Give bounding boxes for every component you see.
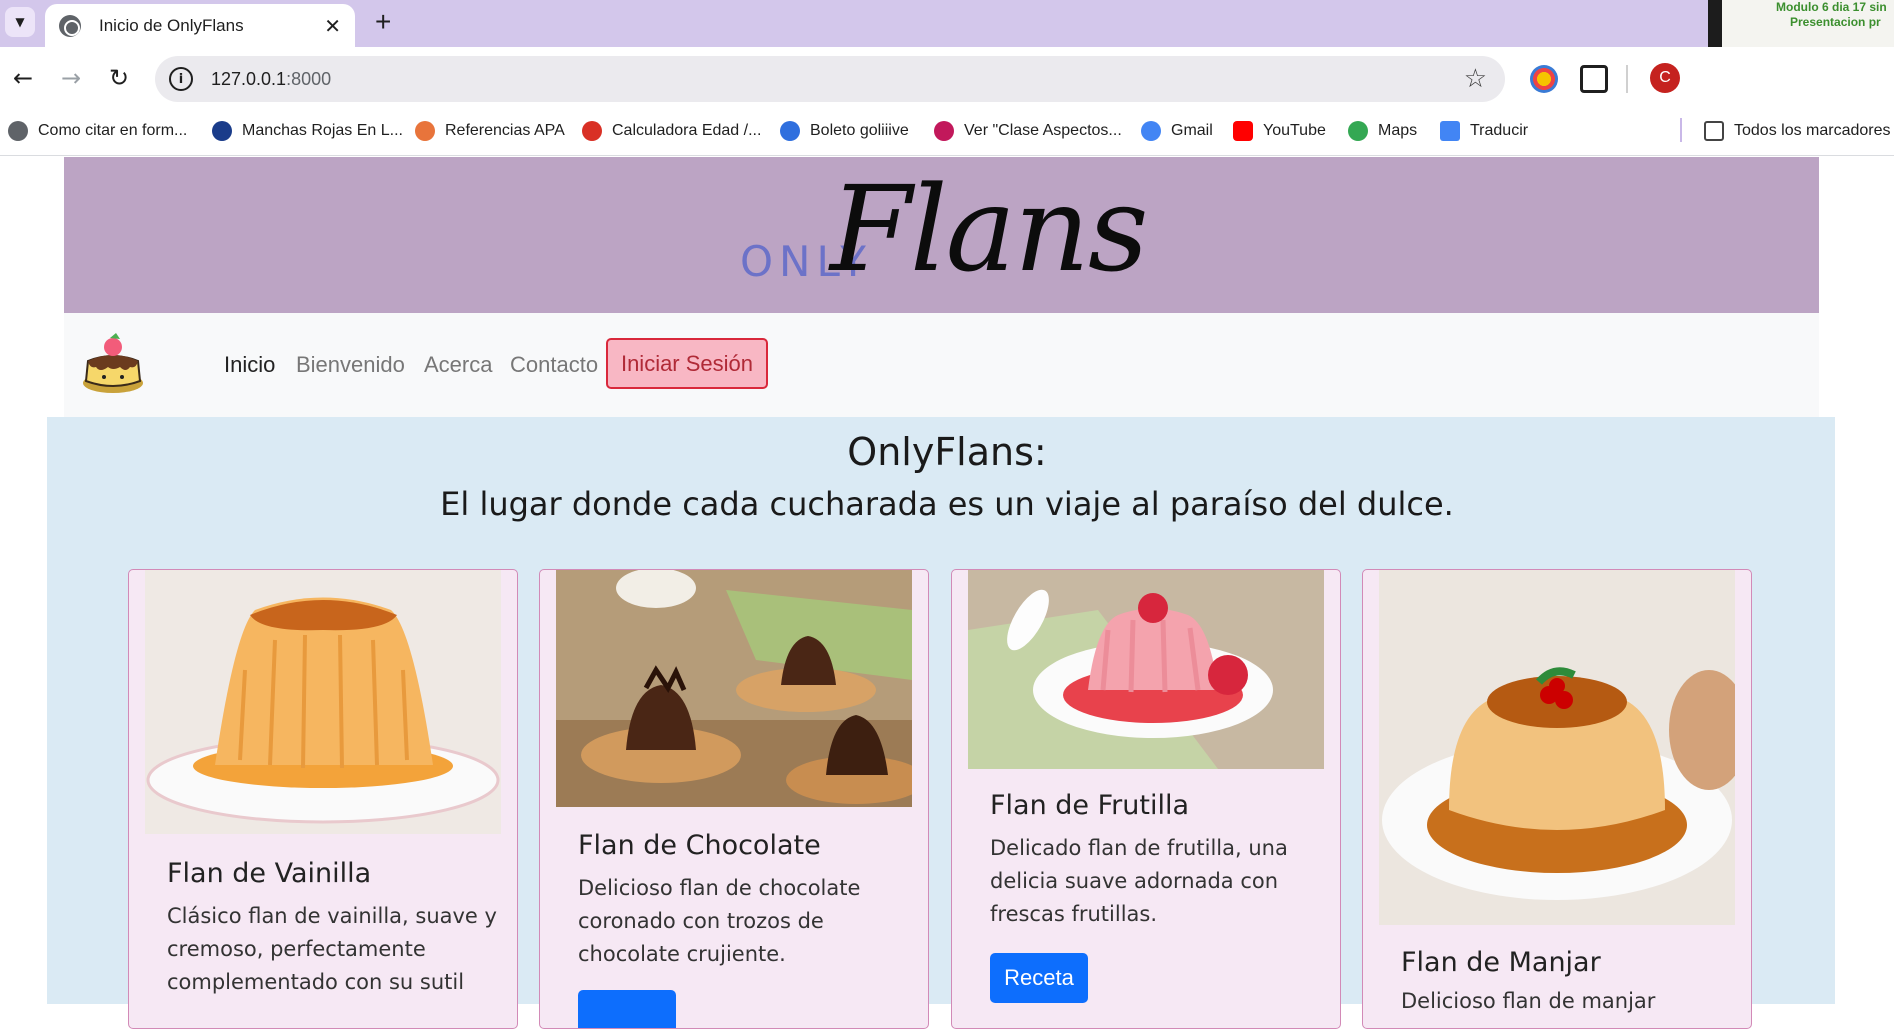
globe-icon [8,121,28,141]
url-host: 127.0.0.1 [211,68,287,89]
tab-search-button[interactable]: ▼ [5,7,35,37]
bookmark-item[interactable]: YouTube [1233,121,1326,141]
bookmark-item[interactable]: Traducir [1440,121,1528,141]
youtube-icon [1233,121,1253,141]
flan-logo-icon[interactable] [80,333,146,397]
bookmark-item[interactable]: Como citar en form... [8,121,187,141]
folder-icon [1704,121,1724,141]
card-title: Flan de Manjar [1401,947,1601,978]
card-title: Flan de Chocolate [578,830,821,861]
recipe-button[interactable]: Receta [990,953,1088,1003]
card-text: Delicioso flan de chocolate coronado con… [578,876,861,966]
login-button[interactable]: Iniciar Sesión [606,338,768,389]
new-tab-button[interactable]: + [375,6,391,38]
forward-arrow-icon[interactable]: → [54,61,88,95]
recipe-button[interactable] [578,990,676,1028]
toolbar-divider [1626,65,1628,93]
apple-icon [212,121,232,141]
chevron-down-icon: ▼ [15,15,25,29]
calc-icon [582,121,602,141]
logo-flans-text: Flans [830,160,1149,298]
address-bar[interactable]: i 127.0.0.1:8000 ☆ [155,56,1505,102]
flan-card-manjar: Flan de Manjar Delicioso flan de manjar [1362,569,1752,1029]
nav-link-contacto[interactable]: Contacto [510,352,598,378]
bookmark-label: Maps [1378,122,1418,139]
bookmark-item[interactable]: Calculadora Edad /... [582,121,761,141]
bookmark-item[interactable]: Boleto goliiive [780,121,909,141]
card-text: Delicioso flan de manjar [1401,989,1656,1013]
nav-link-acerca[interactable]: Acerca [424,352,492,378]
flan-card-frutilla: Flan de Frutilla Delicado flan de frutil… [951,569,1341,1029]
overlay-line: Modulo 6 dia 17 sin [1776,0,1887,14]
bookmark-item[interactable]: Referencias APA [415,121,565,141]
bookmark-label: Boleto goliiive [810,122,909,139]
bookmark-item[interactable]: Ver "Clase Aspectos... [934,121,1122,141]
card-title: Flan de Frutilla [990,790,1190,821]
bookmarks-bar: Como citar en form... Manchas Rojas En L… [0,111,1894,156]
bookmark-item[interactable]: Manchas Rojas En L... [212,121,403,141]
cap-icon [415,121,435,141]
flan-card-vainilla: Flan de Vainilla Clásico flan de vainill… [128,569,518,1029]
back-arrow-icon[interactable]: ← [6,61,40,95]
hero-subtitle: El lugar donde cada cucharada es un viaj… [440,485,1454,523]
browser-tab[interactable]: Inicio de OnlyFlans ✕ [45,4,355,47]
browser-toolbar: ← → ↻ i 127.0.0.1:8000 ☆ C [0,47,1894,111]
google-icon [1141,121,1161,141]
hero-title: OnlyFlans: [847,430,1047,474]
close-icon[interactable]: ✕ [324,14,341,38]
reload-icon[interactable]: ↻ [102,61,136,95]
card-title: Flan de Vainilla [167,858,372,889]
maps-icon [1348,121,1368,141]
bookmark-item[interactable]: Maps [1348,121,1417,141]
bookmark-label: Gmail [1171,122,1213,139]
flan-manjar-image [1379,570,1735,925]
puzzle-icon[interactable] [1580,65,1608,93]
card-text: Clásico flan de vainilla, suave y cremos… [167,904,497,994]
flan-chocolate-image [556,570,912,807]
play-icon [934,121,954,141]
flan-vainilla-image [145,570,501,834]
bars-icon [780,121,800,141]
bookmarks-divider [1680,118,1682,142]
bookmark-label: Traducir [1470,122,1529,139]
url-text: 127.0.0.1:8000 [211,69,331,90]
flan-card-chocolate: Flan de Chocolate Delicioso flan de choc… [539,569,929,1029]
translate-icon [1440,121,1460,141]
overlay-caption: Modulo 6 dia 17 sin Presentacion pr [1776,0,1887,30]
globe-icon [59,14,81,37]
url-port: :8000 [286,68,332,89]
extension-icon[interactable] [1530,65,1558,93]
card-text: Delicado flan de frutilla, una delicia s… [990,836,1288,926]
tab-title: Inicio de OnlyFlans [99,15,244,35]
all-bookmarks-folder[interactable]: Todos los marcadores [1704,121,1891,141]
flan-frutilla-image [968,570,1324,769]
bookmark-label: Calculadora Edad /... [612,122,762,139]
bookmark-item[interactable]: Gmail [1141,121,1213,141]
bookmark-label: Todos los marcadores [1734,122,1891,139]
bookmark-label: Como citar en form... [38,122,188,139]
overlay-line: Presentacion pr [1790,15,1881,29]
nav-link-inicio[interactable]: Inicio [224,352,275,378]
profile-avatar[interactable]: C [1650,63,1680,93]
bookmark-label: Referencias APA [445,122,565,139]
bookmark-label: YouTube [1263,122,1326,139]
info-icon[interactable]: i [169,67,193,91]
nav-link-bienvenido[interactable]: Bienvenido [296,352,405,378]
star-icon[interactable]: ☆ [1464,64,1487,94]
bookmark-label: Manchas Rojas En L... [242,122,403,139]
bookmark-label: Ver "Clase Aspectos... [964,122,1122,139]
tab-strip: ▼ Inicio de OnlyFlans ✕ + [0,0,1894,47]
